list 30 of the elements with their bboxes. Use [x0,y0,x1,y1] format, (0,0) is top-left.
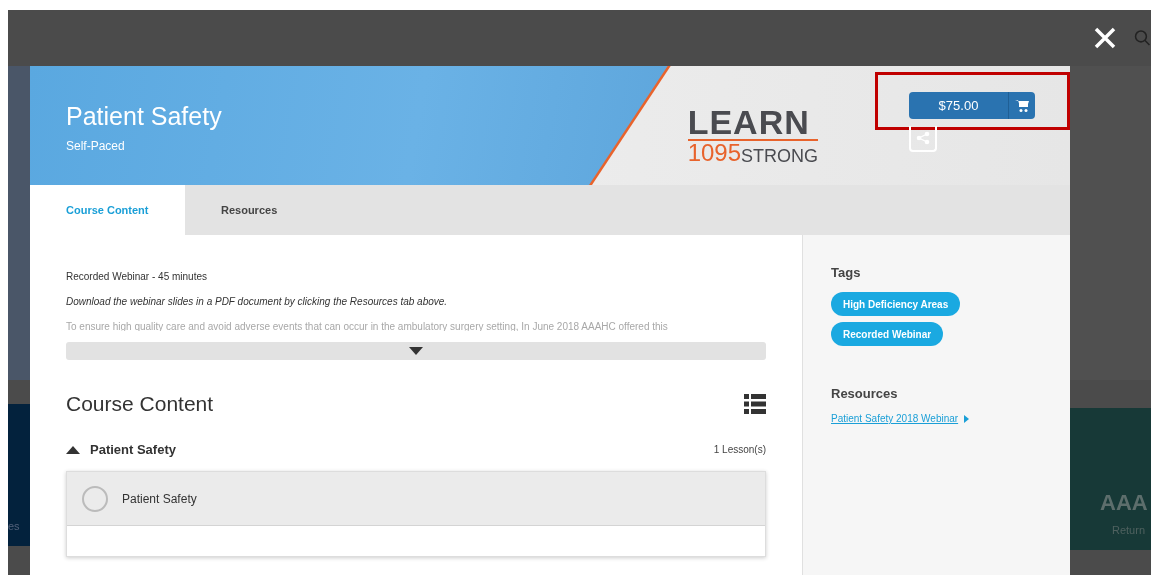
resource-link[interactable]: Patient Safety 2018 Webinar [831,413,1042,424]
lesson-item[interactable]: Patient Safety [67,472,765,526]
logo-text: LEARN [687,104,811,139]
share-icon [916,131,930,145]
share-button[interactable] [909,126,937,152]
close-icon[interactable] [1094,27,1116,49]
tag-chip[interactable]: High Deficiency Areas [831,292,961,316]
description-text: Recorded Webinar - 45 minutes [66,271,208,282]
lesson-count: 1 Lesson(s) [713,444,766,455]
logo-text: 1095 [687,140,742,165]
description-text: Download the webinar slides in a PDF document by clicking the Resources tab above. [66,296,449,307]
caret-down-icon [409,347,423,355]
background-text: AAA [1099,490,1148,516]
background-text: Return [1111,524,1146,536]
caret-right-icon [964,414,970,423]
tab[interactable]: Course Content [30,185,185,235]
course-subtitle: Self-Paced [66,139,126,153]
cart-icon [1015,98,1029,113]
tag-chip[interactable]: Recorded Webinar [831,322,944,346]
background-text: es [8,520,20,532]
sidebar-heading: Tags [831,265,862,280]
tab[interactable]: Resources [185,185,310,235]
sidebar-heading: Resources [831,386,899,401]
course-title: Patient Safety [66,102,223,131]
list-view-icon[interactable] [744,393,766,415]
logo-text: STRONG [741,146,819,165]
section-heading: Course Content [66,392,214,416]
module-toggle[interactable]: Patient Safety [66,442,176,457]
price-button[interactable]: $75.00 [909,92,1035,119]
caret-icon [66,445,80,454]
